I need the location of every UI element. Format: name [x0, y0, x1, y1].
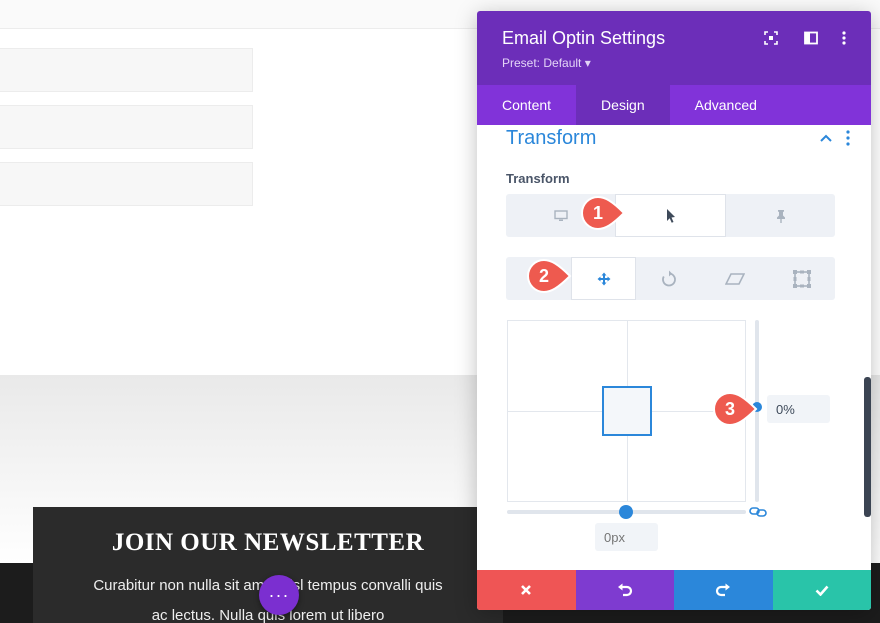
section-title[interactable]: Transform — [506, 127, 596, 150]
expand-icon[interactable] — [762, 29, 780, 47]
form-field-placeholder — [0, 48, 253, 92]
translate-x-slider-handle[interactable] — [619, 505, 633, 519]
scale-icon — [792, 269, 811, 288]
save-check-icon — [815, 585, 829, 596]
panel-scrollbar[interactable] — [864, 377, 871, 517]
callout-number: 2 — [539, 266, 549, 286]
panel-footer — [477, 570, 871, 610]
sticky-pin-icon — [776, 209, 785, 223]
panel-body: Transform Transform — [477, 125, 871, 570]
tab-advanced[interactable]: Advanced — [670, 85, 782, 125]
form-field-placeholder — [0, 162, 253, 206]
transform-scale-tab[interactable] — [768, 257, 835, 300]
translate-x-input[interactable] — [595, 523, 658, 551]
transform-skew-tab[interactable] — [702, 257, 768, 300]
more-vertical-icon[interactable] — [835, 29, 853, 47]
tab-content[interactable]: Content — [477, 85, 576, 125]
transform-move-tab[interactable] — [571, 257, 636, 300]
callout-number: 3 — [725, 399, 735, 419]
newsletter-title: JOIN OUR NEWSLETTER — [111, 529, 425, 556]
state-sticky[interactable] — [726, 194, 835, 237]
undo-icon — [617, 583, 632, 597]
transform-rotate-tab[interactable] — [636, 257, 702, 300]
undo-button[interactable] — [575, 570, 674, 610]
callout-number: 1 — [593, 203, 603, 223]
translate-preview-box[interactable] — [602, 386, 652, 436]
form-field-placeholder — [0, 105, 253, 149]
redo-icon — [716, 583, 731, 597]
preset-selector[interactable]: Preset: Default ▾ — [502, 56, 591, 70]
discard-button[interactable] — [477, 570, 576, 610]
panel-title: Email Optin Settings — [502, 28, 666, 48]
callout-badge: 1 — [581, 195, 626, 231]
builder-more-button[interactable]: ··· — [259, 575, 299, 615]
split-view-icon[interactable] — [802, 29, 820, 47]
desktop-icon — [553, 209, 568, 221]
transform-label: Transform — [506, 171, 570, 186]
callout-badge: 2 — [527, 258, 572, 294]
settings-panel: Email Optin Settings Preset: Default ▾ C… — [477, 11, 871, 610]
section-more-icon[interactable] — [843, 129, 853, 147]
panel-header[interactable]: Email Optin Settings Preset: Default ▾ — [477, 11, 871, 85]
panel-tabs: Content Design Advanced — [477, 85, 871, 125]
rotate-icon — [662, 270, 676, 286]
move-icon — [597, 272, 610, 285]
link-icon[interactable] — [749, 505, 767, 519]
hover-cursor-icon — [666, 208, 675, 223]
translate-y-input[interactable] — [767, 395, 830, 423]
state-hover[interactable] — [615, 194, 726, 237]
skew-icon — [725, 272, 745, 285]
chevron-up-icon[interactable] — [819, 131, 833, 145]
callout-badge: 3 — [713, 391, 758, 427]
redo-button[interactable] — [674, 570, 773, 610]
state-selector — [506, 194, 835, 237]
tab-design[interactable]: Design — [576, 85, 670, 125]
save-button[interactable] — [772, 570, 871, 610]
close-icon — [521, 585, 532, 595]
